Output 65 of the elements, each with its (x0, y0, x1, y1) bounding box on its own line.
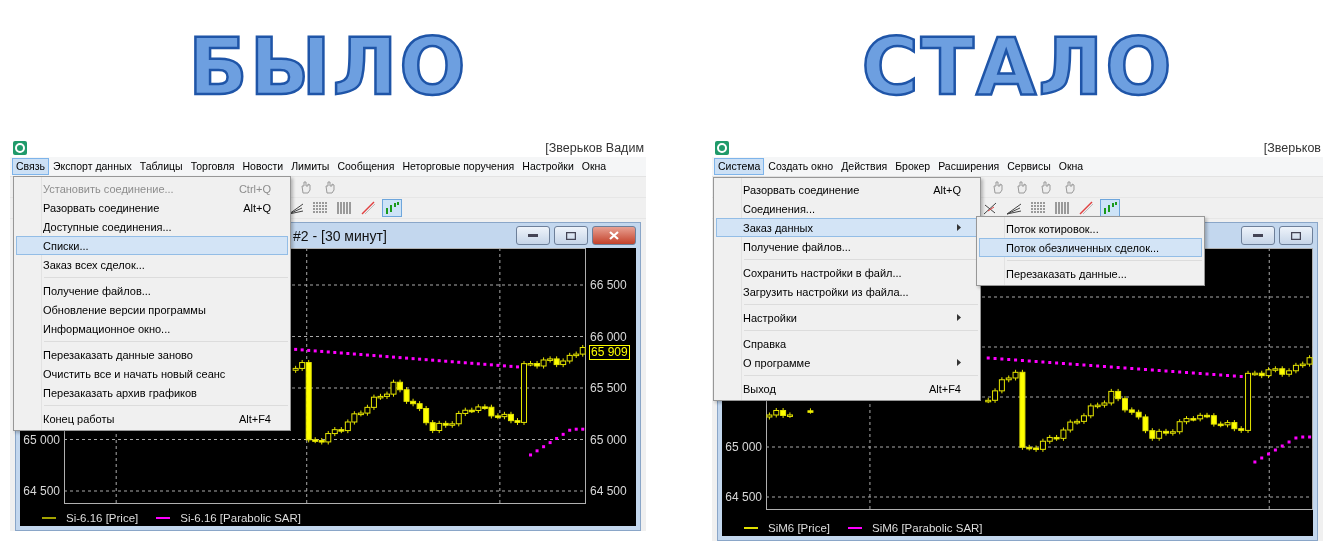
menu-bar-item[interactable]: Таблицы (135, 158, 187, 175)
menu-bar-item[interactable]: Окна (1054, 158, 1088, 175)
menu-item[interactable]: Обновление версии программы (16, 300, 288, 319)
user-name-text: [Зверьков (1263, 140, 1321, 155)
axis-label: 65 000 (22, 432, 61, 447)
heading: СТАЛО (861, 22, 1174, 112)
menu-item[interactable]: Выход Alt+F4 (716, 379, 978, 398)
axis-label: 64 500 (22, 484, 61, 498)
menu-item[interactable]: Сохранить настройки в файл... (716, 263, 978, 282)
menu-bar-item[interactable]: Связь (12, 158, 49, 175)
menu-item[interactable]: Информационное окно... (16, 319, 288, 338)
shortcut-text: Ctrl+Q (238, 182, 271, 195)
shortcut-text: Alt+Q (933, 183, 961, 196)
menu-bar-item[interactable]: Новости (238, 158, 288, 175)
menu-item[interactable]: Перезаказать архив графиков (16, 383, 288, 402)
menu-item[interactable]: Поток обезличенных сделок... (979, 238, 1202, 257)
shortcut-text: Alt+F4 (238, 412, 271, 425)
menu-item[interactable]: Поток котировок... (979, 219, 1202, 238)
menu-item[interactable]: Перезаказать данные... (979, 264, 1202, 283)
legend-text: SiM6 [Parabolic SAR] (872, 522, 983, 534)
menu-bar-item[interactable]: Действия (837, 158, 892, 175)
menu-bar-item[interactable]: Неторговые поручения (398, 158, 519, 175)
shortcut-text: Alt+Q (243, 201, 271, 214)
menu-item[interactable]: Соединения... (716, 199, 978, 218)
menu-item[interactable]: Получение файлов... (716, 237, 978, 256)
shortcut-text: Alt+F4 (928, 382, 961, 395)
menu-item[interactable]: Разорвать соединение Alt+Q (716, 180, 978, 199)
menu-bar-item[interactable]: Брокер (891, 158, 935, 175)
menu-item[interactable]: Разорвать соединение Alt+Q (16, 198, 288, 217)
legend-text: Si-6.16 [Parabolic SAR] (180, 512, 302, 524)
menu-bar-item[interactable]: Создать окно (764, 158, 838, 175)
menu-bar-item[interactable]: Экспорт данных (49, 158, 136, 175)
menu-bar-item[interactable]: Система (714, 158, 765, 175)
menu-bar-item[interactable]: Торговля (186, 158, 239, 175)
menu-item[interactable]: Конец работы Alt+F4 (16, 409, 288, 428)
menu-item[interactable]: Списки... (16, 236, 288, 255)
menu-bar-item[interactable]: Расширения (934, 158, 1004, 175)
menu-item[interactable]: Перезаказать данные заново (16, 345, 288, 364)
menu-bar-item[interactable]: Настройки (518, 158, 578, 175)
menu-item[interactable]: Заказ данных (716, 218, 978, 237)
legend-text: Si-6.16 [Price] (66, 512, 139, 524)
menu-item[interactable]: Загрузить настройки из файла... (716, 282, 978, 301)
menu-item[interactable]: Настройки (716, 308, 978, 327)
axis-label: 65 000 (724, 440, 763, 454)
axis-label: 66 000 (589, 329, 628, 344)
menu-item[interactable]: О программе (716, 353, 978, 372)
user-name-text: [Зверьков Вадим (545, 140, 644, 155)
menu-item[interactable]: Заказ всех сделок... (16, 255, 288, 274)
menu-bar-item[interactable]: Окна (577, 158, 611, 175)
legend-text: SiM6 [Price] (768, 522, 830, 534)
price-label: 65 909 (589, 344, 630, 360)
heading: БЫЛО (188, 22, 468, 112)
menu-item[interactable]: Доступные соединения... (16, 217, 288, 236)
axis-label: 65 000 (589, 432, 628, 447)
menu-bar-item[interactable]: Лимиты (287, 158, 334, 175)
axis-label: 65 500 (589, 381, 628, 395)
menu-item[interactable]: Очистить все и начать новый сеанс (16, 364, 288, 383)
axis-label: 64 500 (589, 484, 628, 498)
menu-item[interactable]: Справка (716, 334, 978, 353)
menu-item[interactable]: Получение файлов... (16, 281, 288, 300)
axis-label: 66 500 (589, 278, 628, 292)
menu-bar-item[interactable]: Сервисы (1003, 158, 1055, 175)
axis-label: 64 500 (724, 490, 763, 504)
window-title: #2 - [30 минут] (293, 227, 387, 244)
menu-bar-item[interactable]: Сообщения (333, 158, 399, 175)
